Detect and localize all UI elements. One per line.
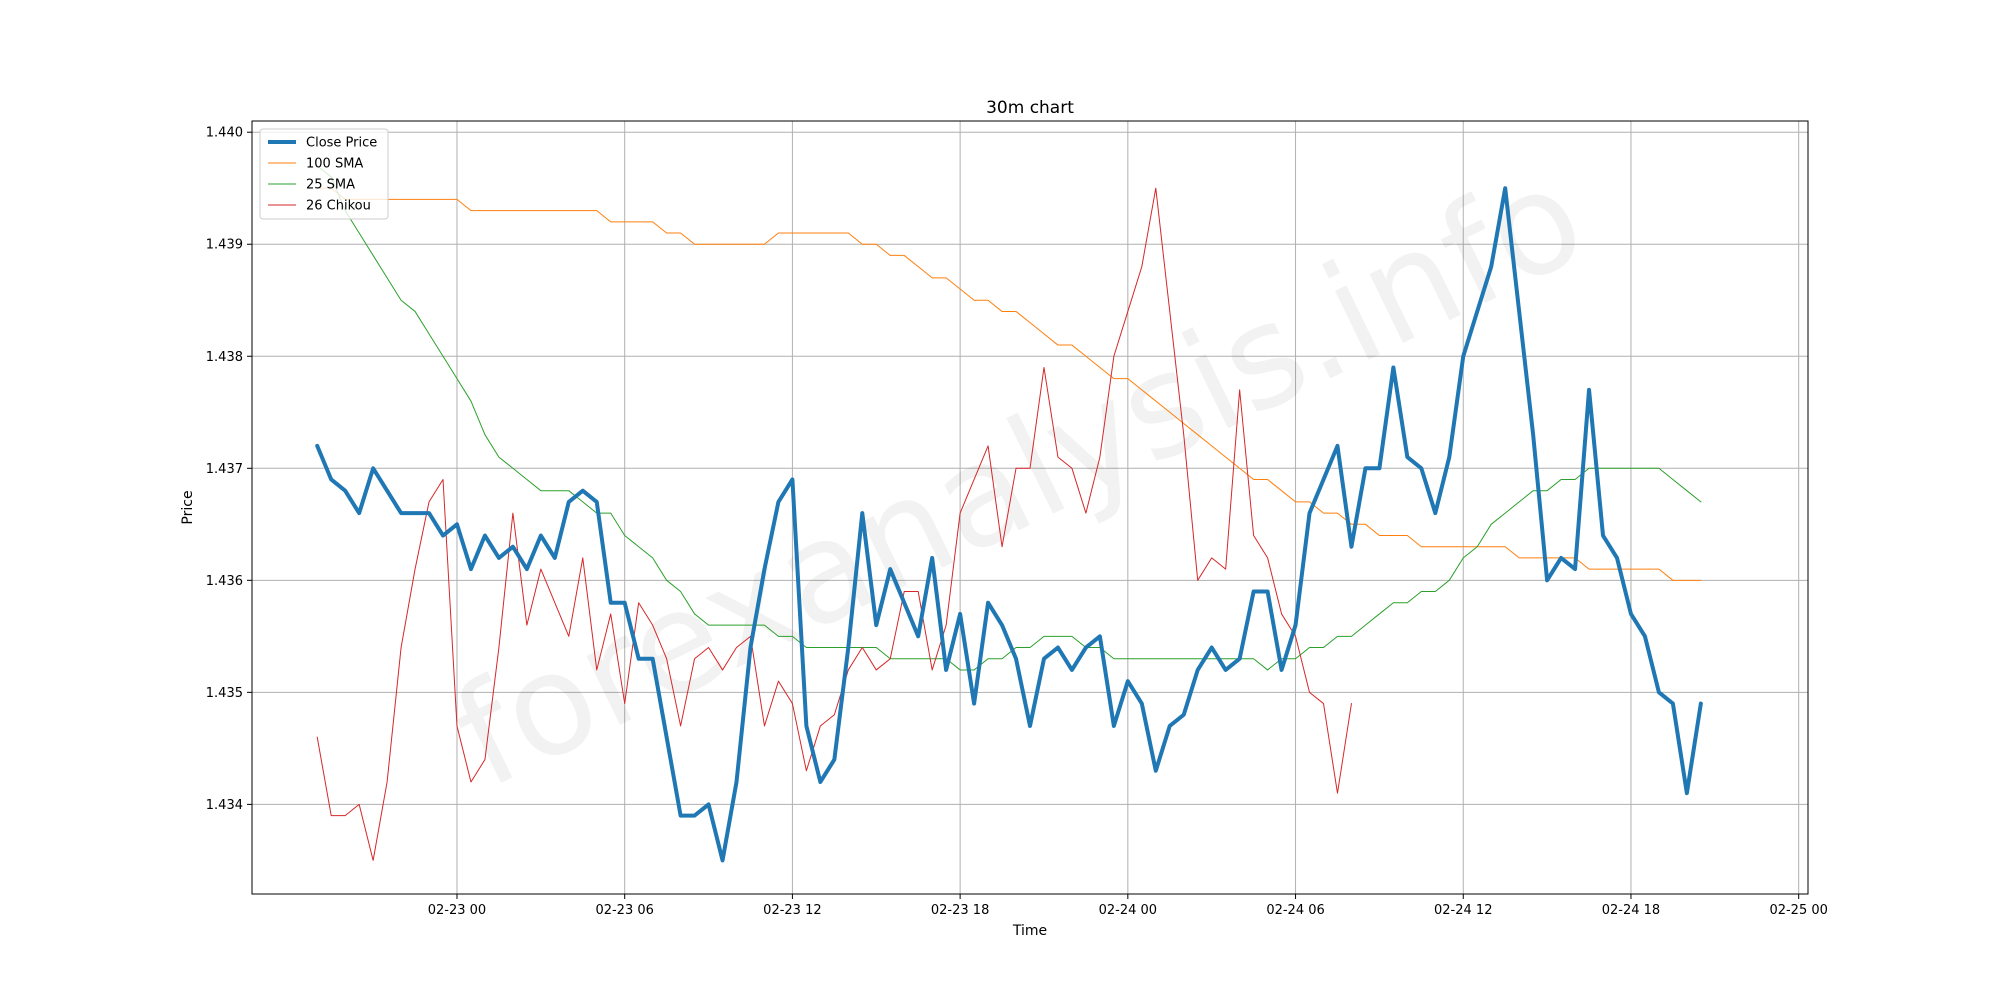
x-tick-label: 02-24 06 (1266, 903, 1324, 918)
y-tick-label: 1.436 (206, 574, 243, 589)
y-tick-label: 1.439 (206, 238, 243, 253)
x-tick-label: 02-24 00 (1099, 903, 1157, 918)
legend-label: 100 SMA (306, 157, 363, 172)
legend-label: 26 Chikou (306, 199, 371, 214)
x-tick-label: 02-23 18 (931, 903, 989, 918)
y-tick-label: 1.437 (206, 462, 243, 477)
y-tick-label: 1.438 (206, 350, 243, 365)
legend: Close Price 100 SMA 25 SMA 26 Chikou (259, 128, 389, 220)
x-tick-label: 02-24 18 (1602, 903, 1660, 918)
x-tick-label: 02-23 00 (428, 903, 486, 918)
x-tick-label: 02-23 06 (595, 903, 653, 918)
chart-title: 30m chart (986, 98, 1074, 118)
legend-label: 25 SMA (306, 178, 355, 193)
y-tick-label: 1.440 (206, 126, 243, 141)
y-tick-label: 1.434 (206, 798, 243, 813)
y-axis-label: Price (180, 490, 196, 524)
x-tick-label: 02-25 00 (1769, 903, 1827, 918)
y-tick-label: 1.435 (206, 686, 243, 701)
chart: forexanalysis.info 02-23 00 02-23 06 02-23… (0, 0, 2000, 1000)
x-axis-label: Time (1012, 923, 1047, 939)
legend-label: Close Price (306, 136, 377, 151)
x-tick-label: 02-23 12 (763, 903, 821, 918)
x-tick-label: 02-24 12 (1434, 903, 1492, 918)
